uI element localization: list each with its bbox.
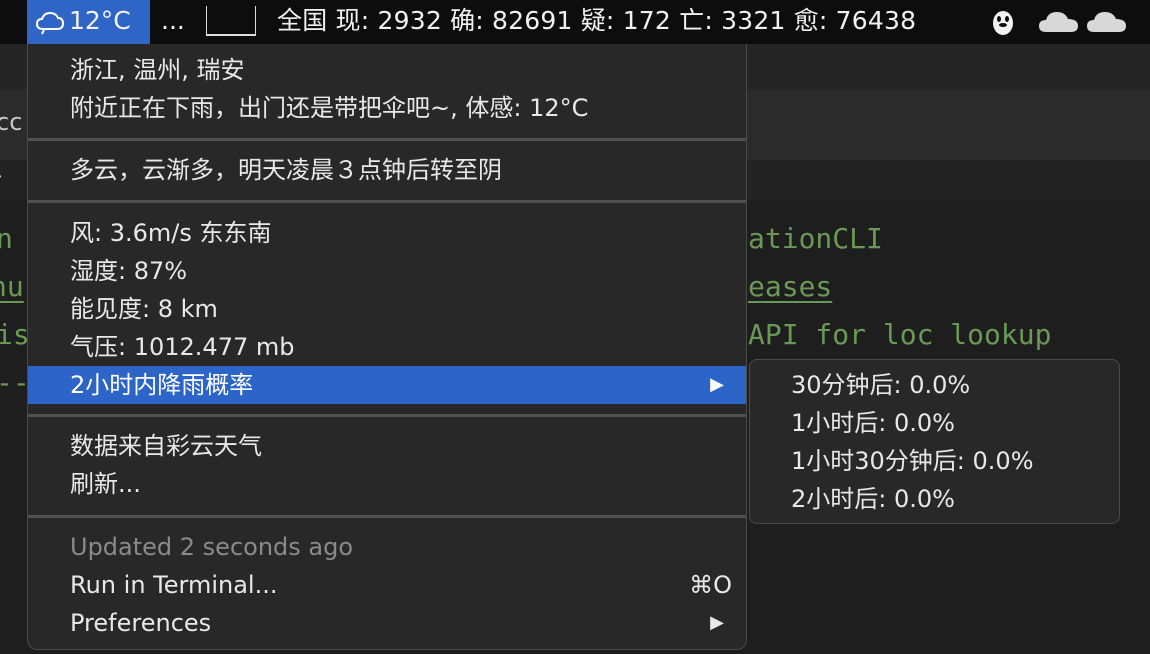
run-in-terminal-item[interactable]: Run in Terminal... ⌘O <box>28 566 746 604</box>
wind-item[interactable]: 风: 3.6m/s 东东南 <box>28 214 746 252</box>
code-fragment: nu <box>0 270 24 303</box>
menu-separator <box>28 515 746 518</box>
humidity-label: 湿度: 87% <box>70 257 188 285</box>
rain-prob-1h-item[interactable]: 1小时后: 0.0% <box>791 404 955 442</box>
code-fragment: is <box>0 318 30 351</box>
penguin-icon[interactable] <box>988 7 1018 37</box>
submenu-arrow-icon: ▶ <box>710 612 724 633</box>
preferences-label: Preferences <box>70 609 212 637</box>
cloud-icon[interactable] <box>1038 10 1080 34</box>
now-summary-label: 附近正在下雨，出门还是带把伞吧~, 体感: 12°C <box>70 94 589 122</box>
forecast-item[interactable]: 多云，云渐多，明天凌晨３点钟后转至阴 <box>28 151 746 189</box>
data-source-label: 数据来自彩云天气 <box>70 432 262 460</box>
code-fragment: ationCLI <box>748 222 883 255</box>
code-fragment: n <box>0 222 13 255</box>
keyboard-indicator-icon[interactable] <box>206 6 256 36</box>
rain-probability-label: 2小时内降雨概率 <box>70 371 254 399</box>
editor-title-fragment: cc <box>0 108 23 136</box>
cloud-icon[interactable] <box>1086 10 1128 34</box>
now-summary-item[interactable]: 附近正在下雨，出门还是带把伞吧~, 体感: 12°C <box>28 89 746 127</box>
forecast-label: 多云，云渐多，明天凌晨３点钟后转至阴 <box>70 156 502 184</box>
submenu-arrow-icon: ▶ <box>710 374 724 395</box>
humidity-item[interactable]: 湿度: 87% <box>28 252 746 290</box>
chevron-right-icon: › <box>0 164 3 189</box>
updated-status-item: Updated 2 seconds ago <box>28 528 746 566</box>
covid-stats-menu-item[interactable]: 全国 现: 2932 确: 82691 疑: 172 亡: 3321 愈: 76… <box>277 0 916 44</box>
rain-prob-1h30-item[interactable]: 1小时30分钟后: 0.0% <box>791 442 1034 480</box>
rain-prob-30min-item[interactable]: 30分钟后: 0.0% <box>791 366 970 404</box>
code-fragment: eases <box>748 270 833 303</box>
pressure-label: 气压: 1012.477 mb <box>70 333 295 361</box>
shortcut-label: ⌘O <box>689 571 732 599</box>
visibility-label: 能见度: 8 km <box>70 295 218 323</box>
code-fragment: -- <box>0 366 30 399</box>
weather-dropdown-menu: 浙江, 温州, 瑞安 附近正在下雨，出门还是带把伞吧~, 体感: 12°C 多云… <box>27 44 747 650</box>
cloud-rain-icon <box>35 11 65 35</box>
weather-temp-label: 12°C <box>69 6 131 35</box>
menu-separator <box>28 200 746 203</box>
location-item[interactable]: 浙江, 温州, 瑞安 <box>28 51 746 89</box>
updated-status-label: Updated 2 seconds ago <box>70 533 354 561</box>
rain-probability-item[interactable]: 2小时内降雨概率 ▶ <box>28 366 746 404</box>
location-label: 浙江, 温州, 瑞安 <box>70 56 245 84</box>
code-fragment: API for loc lookup <box>748 318 1052 351</box>
weather-menu-item[interactable]: 12°C <box>27 0 150 44</box>
visibility-item[interactable]: 能见度: 8 km <box>28 290 746 328</box>
rain-probability-submenu: 30分钟后: 0.0% 1小时后: 0.0% 1小时30分钟后: 0.0% 2小… <box>749 359 1120 524</box>
refresh-item[interactable]: 刷新... <box>28 465 746 503</box>
run-in-terminal-label: Run in Terminal... <box>70 571 278 599</box>
rain-prob-2h-item[interactable]: 2小时后: 0.0% <box>791 480 955 518</box>
menu-bar: 12°C ... 全国 现: 2932 确: 82691 疑: 172 亡: 3… <box>0 0 1150 44</box>
pressure-item[interactable]: 气压: 1012.477 mb <box>28 328 746 366</box>
data-source-item[interactable]: 数据来自彩云天气 <box>28 427 746 465</box>
wind-label: 风: 3.6m/s 东东南 <box>70 219 272 247</box>
preferences-item[interactable]: Preferences ▶ <box>28 604 746 642</box>
menu-separator <box>28 138 746 141</box>
overflow-menu-item[interactable]: ... <box>161 0 185 44</box>
refresh-label: 刷新... <box>70 470 141 498</box>
menu-separator <box>28 414 746 417</box>
